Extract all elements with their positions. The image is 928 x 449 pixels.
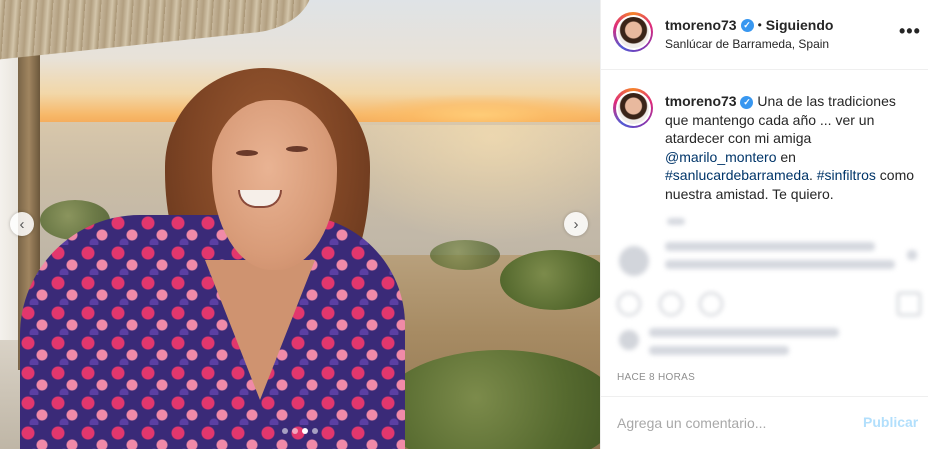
blurred-like-icon: [617, 292, 641, 316]
post-side-panel: tmoreno73 ✓ • Siguiendo Sanlúcar de Barr…: [600, 0, 928, 449]
blurred-avatar: [619, 246, 649, 276]
post-location[interactable]: Sanlúcar de Barrameda, Spain: [665, 37, 829, 51]
blurred-line: [907, 250, 917, 260]
photo-sea-sheen: [330, 125, 600, 245]
avatar-image: [617, 92, 649, 124]
post-caption: tmoreno73 ✓ Una de las tradiciones que m…: [665, 92, 915, 203]
author-username[interactable]: tmoreno73: [665, 17, 737, 33]
caption-text: .: [808, 167, 817, 183]
header-title-row: tmoreno73 ✓ • Siguiendo: [665, 17, 833, 33]
caption-mention-link[interactable]: @marilo_montero: [665, 149, 776, 165]
carousel-dot: [302, 428, 308, 434]
more-options-icon[interactable]: •••: [899, 22, 921, 40]
photo-person-eye: [286, 146, 308, 152]
carousel-dot: [312, 428, 318, 434]
chevron-right-icon: ›: [573, 215, 579, 233]
photo-bush: [500, 250, 600, 310]
header-separator: •: [757, 18, 762, 32]
post-header: tmoreno73 ✓ • Siguiendo Sanlúcar de Barr…: [601, 0, 928, 70]
verified-badge-icon: ✓: [740, 96, 754, 109]
blurred-line: [665, 242, 875, 251]
photo-bush: [430, 240, 500, 270]
blurred-line: [667, 218, 685, 225]
comment-bar: Publicar: [601, 396, 928, 449]
avatar-ring-inner: [615, 90, 651, 126]
post-photo[interactable]: ‹ ›: [0, 0, 600, 449]
carousel-dot: [292, 428, 298, 434]
caption-username[interactable]: tmoreno73: [665, 93, 737, 109]
blurred-save-icon: [897, 292, 921, 316]
comment-input[interactable]: [617, 411, 857, 435]
photo-person-neckline: [205, 260, 315, 400]
carousel-prev-button[interactable]: ‹: [10, 212, 34, 236]
chevron-left-icon: ‹: [19, 215, 25, 233]
blurred-avatar: [619, 330, 639, 350]
caption-author-avatar[interactable]: [613, 88, 653, 128]
caption-hashtag-link[interactable]: #sanlucardebarrameda: [665, 167, 809, 183]
carousel-next-button[interactable]: ›: [564, 212, 588, 236]
following-button[interactable]: Siguiendo: [766, 17, 834, 33]
publish-button[interactable]: Publicar: [863, 414, 918, 430]
blurred-line: [649, 328, 839, 337]
blurred-comments-area: [601, 212, 928, 362]
caption-text: en: [776, 148, 796, 165]
avatar-ring-inner: [615, 14, 651, 50]
caption-hashtag-link[interactable]: #sinfiltros: [817, 167, 876, 183]
blurred-comment-icon: [659, 292, 683, 316]
author-avatar[interactable]: [613, 12, 653, 52]
avatar-image: [617, 16, 649, 48]
blurred-share-icon: [699, 292, 723, 316]
photo-person-eye: [236, 150, 258, 156]
carousel-dot: [282, 428, 288, 434]
verified-badge-icon: ✓: [740, 18, 754, 32]
blurred-line: [665, 260, 895, 269]
carousel-indicator: [0, 428, 600, 434]
post-timestamp[interactable]: Hace 8 horas: [617, 372, 695, 383]
blurred-line: [649, 346, 789, 355]
